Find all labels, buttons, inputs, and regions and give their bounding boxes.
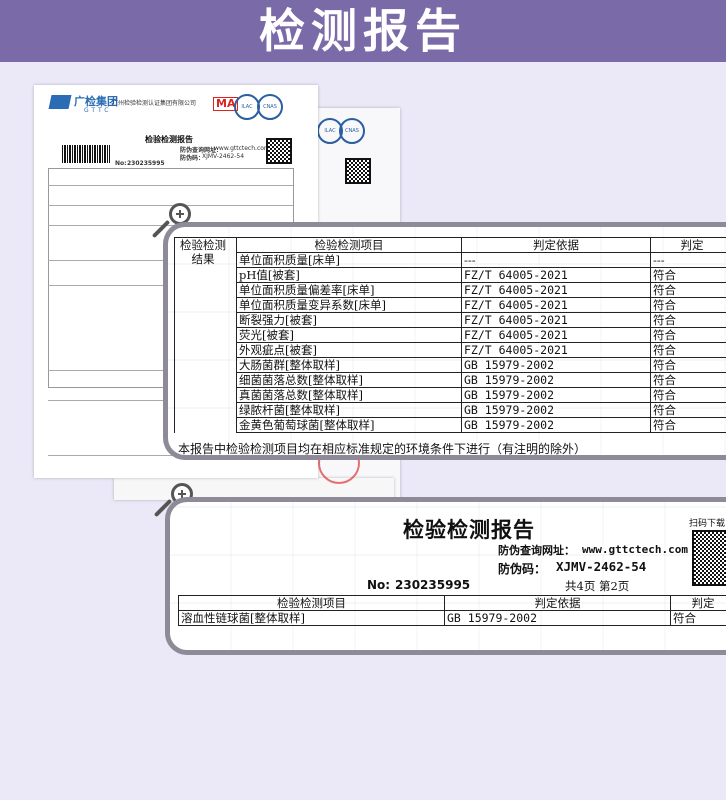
verdict-cell: 符合: [670, 610, 726, 626]
verdict-cell: 符合: [650, 387, 726, 403]
basis-cell: ---: [461, 252, 651, 268]
table-row: 溶血性链球菌[整体取样] GB 15979-2002 符合: [178, 610, 726, 626]
anti-fake-code: XJMV-2462-54: [556, 559, 647, 574]
table-row: 单位面积质量偏差率[床单] FZ/T 64005-2021 符合: [175, 282, 726, 298]
verdict-cell: 符合: [650, 312, 726, 328]
cnas-mark-icon: CNAS: [257, 94, 283, 120]
table-row: 荧光[被套] FZ/T 64005-2021 符合: [175, 327, 726, 343]
basis-cell: GB 15979-2002: [461, 387, 651, 403]
basis-cell: FZ/T 64005-2021: [461, 342, 651, 358]
cnas-mark-icon: CNAS: [339, 118, 365, 144]
verdict-cell: 符合: [650, 417, 726, 433]
verdict-cell: 符合: [650, 357, 726, 373]
gttc-logo-icon: [48, 95, 72, 109]
report-note: 本报告中检验检测项目均在相应标准规定的环境条件下进行（有注明的除外）: [178, 442, 587, 455]
table-row: 真菌菌落总数[整体取样] GB 15979-2002 符合: [175, 387, 726, 403]
doc-code-label: 防伪码：: [180, 155, 205, 162]
report-no: 230235995: [395, 578, 471, 592]
verdict-cell: ---: [650, 252, 726, 268]
anti-fake-code-label: 防伪码：: [498, 562, 547, 576]
item-cell: 真菌菌落总数[整体取样]: [236, 387, 462, 403]
verdict-cell: 符合: [650, 372, 726, 388]
item-cell: 外观疵点[被套]: [236, 342, 462, 358]
company-name-en: GTTC: [84, 107, 112, 114]
item-cell: 大肠菌群[整体取样]: [236, 357, 462, 373]
basis-cell: FZ/T 64005-2021: [461, 267, 651, 283]
col-header-item: 检验检测项目: [178, 595, 445, 611]
item-cell: 荧光[被套]: [236, 327, 462, 343]
col-header-basis: 判定依据: [444, 595, 671, 611]
section-label: 检验检测结果: [180, 238, 226, 267]
doc-title: 检验检测报告: [145, 135, 193, 144]
doc-code: XJMV-2462-54: [202, 153, 245, 160]
table-row: 绿脓杆菌[整体取样] GB 15979-2002 符合: [175, 402, 726, 418]
table-row: 细菌菌落总数[整体取样] GB 15979-2002 符合: [175, 372, 726, 388]
verdict-cell: 符合: [650, 267, 726, 283]
basis-cell: GB 15979-2002: [461, 357, 651, 373]
qr-code-icon: [692, 530, 726, 586]
anti-fake-url: www.gttctech.com: [582, 543, 688, 556]
zoom-panel-header: 检验检测报告 扫码下载 防伪查询网址： www.gttctech.com 防伪码…: [165, 497, 726, 655]
continuation-table: 检验检测项目 判定依据 判定 溶血性链球菌[整体取样] GB 15979-200…: [178, 595, 726, 626]
item-cell: 断裂强力[被套]: [236, 312, 462, 328]
item-cell: 单位面积质量变异系数[床单]: [236, 297, 462, 313]
table-row: 大肠菌群[整体取样] GB 15979-2002 符合: [175, 357, 726, 373]
barcode-icon: [62, 145, 110, 163]
basis-cell: FZ/T 64005-2021: [461, 282, 651, 298]
doc-url: www.gttctech.com: [214, 145, 270, 152]
verdict-cell: 符合: [650, 327, 726, 343]
basis-cell: FZ/T 64005-2021: [461, 327, 651, 343]
col-header-item: 检验检测项目: [236, 237, 462, 253]
item-cell: 单位面积质量偏差率[床单]: [236, 282, 462, 298]
table-row: pH值[被套] FZ/T 64005-2021 符合: [175, 267, 726, 283]
table-row: 断裂强力[被套] FZ/T 64005-2021 符合: [175, 312, 726, 328]
doc-no-label: No:: [115, 160, 127, 167]
basis-cell: GB 15979-2002: [461, 417, 651, 433]
item-cell: 绿脓杆菌[整体取样]: [236, 402, 462, 418]
verdict-cell: 符合: [650, 342, 726, 358]
qr-code-icon: [345, 158, 371, 184]
anti-fake-url-label: 防伪查询网址：: [498, 544, 575, 557]
org-name: 广州检验检测认证集团有限公司: [112, 100, 197, 107]
basis-cell: GB 15979-2002: [444, 610, 671, 626]
col-header-verdict: 判定: [670, 595, 726, 611]
basis-cell: FZ/T 64005-2021: [461, 312, 651, 328]
item-cell: 金黄色葡萄球菌[整体取样]: [236, 417, 462, 433]
zoom-panel-results: 检验检测结果 检验检测项目 判定依据 判定 单位面积质量[床单] --- ---…: [163, 222, 726, 460]
report-no-label: No:: [367, 578, 391, 592]
basis-cell: FZ/T 64005-2021: [461, 297, 651, 313]
page-indicator: 共4页 第2页: [565, 579, 630, 593]
table-row: 单位面积质量[床单] --- ---: [175, 252, 726, 268]
item-cell: 单位面积质量[床单]: [236, 252, 462, 268]
verdict-cell: 符合: [650, 402, 726, 418]
doc-rule: [48, 205, 293, 206]
basis-cell: GB 15979-2002: [461, 372, 651, 388]
table-row: 单位面积质量变异系数[床单] FZ/T 64005-2021 符合: [175, 297, 726, 313]
col-header-verdict: 判定: [650, 237, 726, 253]
basis-cell: GB 15979-2002: [461, 402, 651, 418]
section-label-cell: 检验检测结果: [174, 237, 237, 433]
item-cell: 细菌菌落总数[整体取样]: [236, 372, 462, 388]
table-row: 金黄色葡萄球菌[整体取样] GB 15979-2002 符合: [175, 417, 726, 433]
doc-no: 230235995: [127, 160, 165, 167]
item-cell: 溶血性链球菌[整体取样]: [178, 610, 445, 626]
qr-code-icon: [266, 138, 292, 164]
doc-rule: [48, 185, 293, 186]
results-table: 检验检测结果 检验检测项目 判定依据 判定 单位面积质量[床单] --- ---…: [174, 237, 726, 433]
item-cell: pH值[被套]: [236, 267, 462, 283]
report-title: 检验检测报告: [403, 517, 535, 542]
col-header-basis: 判定依据: [461, 237, 651, 253]
verdict-cell: 符合: [650, 297, 726, 313]
scan-download-label: 扫码下载: [689, 519, 726, 529]
page-title: 检测报告: [259, 4, 467, 58]
verdict-cell: 符合: [650, 282, 726, 298]
header-banner: 检测报告: [0, 0, 726, 62]
table-row: 外观疵点[被套] FZ/T 64005-2021 符合: [175, 342, 726, 358]
